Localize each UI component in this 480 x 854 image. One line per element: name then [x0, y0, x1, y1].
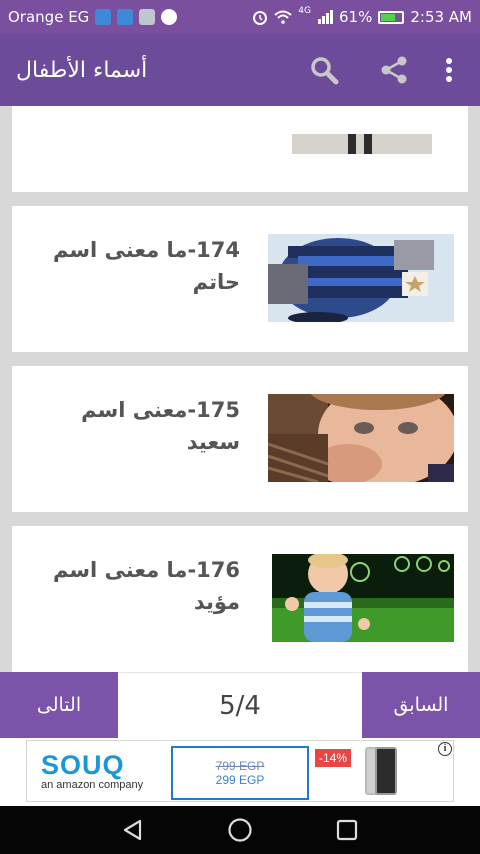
- next-button[interactable]: التالى: [0, 672, 118, 738]
- battery-percent: 61%: [339, 8, 373, 26]
- share-button[interactable]: [368, 48, 420, 92]
- messenger-notification-icon: [95, 9, 112, 25]
- more-vert-icon: [446, 58, 452, 82]
- home-circle-icon: [228, 818, 252, 842]
- home-button[interactable]: [220, 810, 260, 850]
- app-notification-icon: [117, 9, 134, 25]
- deal-panel[interactable]: -14%: [313, 745, 449, 801]
- share-icon: [381, 56, 407, 84]
- back-triangle-icon: [124, 819, 142, 841]
- names-list[interactable]: 174-ما معنى اسم حاتم 175-معنى اسم سعيد 1…: [0, 106, 480, 672]
- app-title: أسماء الأطفال: [16, 57, 148, 83]
- list-item-176[interactable]: 176-ما معنى اسم مؤيد: [12, 526, 468, 672]
- app-bar: أسماء الأطفال: [0, 34, 480, 106]
- toddler-bubbles-image: [272, 554, 454, 642]
- discount-badge: -14%: [315, 749, 352, 767]
- signal-icon: [318, 10, 333, 24]
- item-title: 175-معنى اسم سعيد: [81, 398, 240, 454]
- item-title: 174-ما معنى اسم حاتم: [52, 238, 240, 294]
- phone-notification-icon: [161, 9, 178, 25]
- souq-brand: SOUQ: [41, 750, 125, 780]
- page-indicator: 5/4: [118, 672, 362, 738]
- baby-striped-sweater-image: [268, 234, 454, 322]
- back-button[interactable]: [113, 810, 153, 850]
- phone-front-image: [375, 747, 397, 795]
- more-options-button[interactable]: [434, 48, 464, 92]
- souq-tagline: an amazon company: [41, 779, 144, 791]
- ad-info-icon[interactable]: i: [438, 742, 452, 756]
- clock: 2:53 AM: [410, 8, 472, 26]
- price-box[interactable]: 799 EGP 299 EGP: [171, 746, 309, 800]
- recents-square-icon: [336, 819, 357, 841]
- list-item-174[interactable]: 174-ما معنى اسم حاتم: [12, 206, 468, 352]
- list-item-175[interactable]: 175-معنى اسم سعيد: [12, 366, 468, 512]
- search-icon: [311, 57, 339, 85]
- status-bar: Orange EG 4G 61% 2:53 AM: [0, 0, 480, 34]
- baby-crying-image: [268, 394, 454, 482]
- pager: التالى 5/4 السابق: [0, 672, 480, 738]
- souq-logo: SOUQ an amazon company: [41, 751, 143, 791]
- new-price: 299 EGP: [215, 773, 265, 787]
- carrier-label: Orange EG: [8, 8, 90, 26]
- ad-container[interactable]: SOUQ an amazon company 799 EGP 299 EGP -…: [26, 740, 454, 802]
- previous-button[interactable]: السابق: [362, 672, 480, 738]
- wifi-icon: [274, 10, 292, 24]
- search-button[interactable]: [298, 48, 350, 92]
- recents-button[interactable]: [327, 810, 367, 850]
- old-price: 799 EGP: [215, 759, 265, 773]
- ad-banner[interactable]: SOUQ an amazon company 799 EGP 299 EGP -…: [0, 738, 480, 806]
- image-notification-icon: [139, 9, 156, 25]
- system-nav-bar: [0, 806, 480, 854]
- battery-icon: [378, 10, 405, 24]
- network-type: 4G: [298, 6, 311, 16]
- list-item[interactable]: [12, 106, 468, 192]
- item-title: 176-ما معنى اسم مؤيد: [52, 558, 240, 614]
- thumbnail-image: [292, 134, 432, 154]
- alarm-icon: [253, 11, 268, 25]
